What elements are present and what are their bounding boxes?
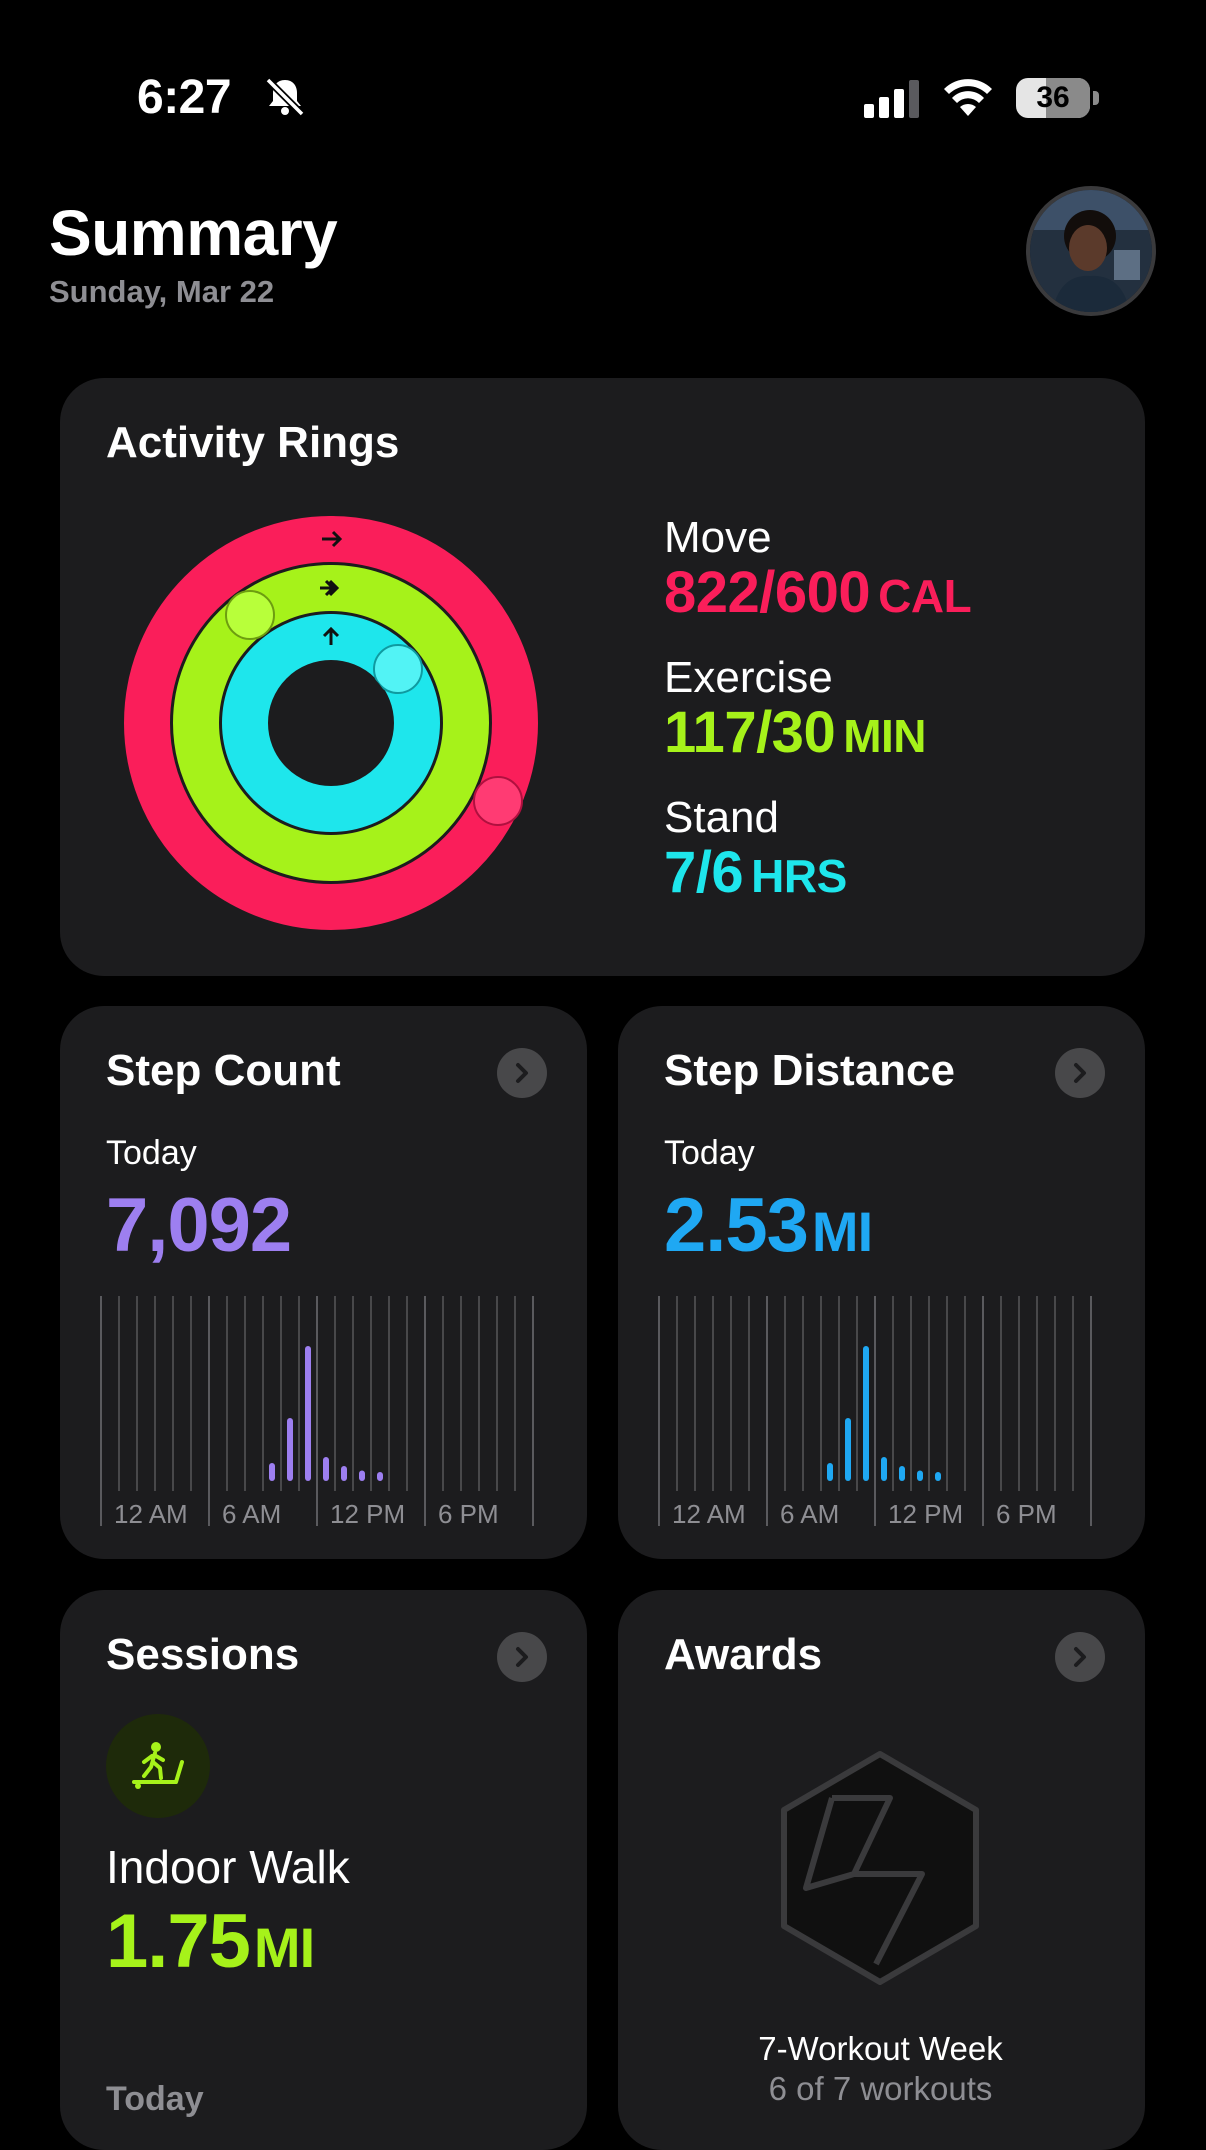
page-title: Summary [49, 197, 338, 269]
sessions-chevron-button[interactable] [497, 1632, 547, 1682]
avatar[interactable] [1026, 186, 1156, 316]
stand-label: Stand [664, 793, 779, 842]
step-distance-value: 2.53 [664, 1183, 809, 1268]
activity-rings-card[interactable]: Activity Rings Move 822/600 CAL Exercise … [60, 378, 1145, 976]
exercise-label: Exercise [664, 653, 833, 702]
sessions-title: Sessions [106, 1630, 300, 1679]
stand-stat: Stand 7/6 HRS [664, 794, 847, 907]
hexagon-badge-icon [781, 1751, 979, 1985]
step-distance-period: Today [664, 1134, 755, 1172]
exercise-unit: MIN [843, 710, 927, 762]
step-count-axis-label: 6 PM [438, 1499, 499, 1526]
step-count-card[interactable]: Step Count Today 7,092 12 AM 6 AM 12 PM 6 P… [60, 1006, 587, 1559]
chevron-right-icon [516, 1647, 528, 1667]
step-count-title: Step Count [106, 1046, 341, 1095]
session-value: 1.75 [106, 1899, 251, 1984]
step-count-axis-label: 12 PM [330, 1499, 405, 1526]
step-count-bar [287, 1418, 293, 1481]
bell-slash-icon [265, 77, 305, 117]
exercise-stat: Exercise 117/30 MIN [664, 653, 927, 767]
step-count-bar [305, 1346, 311, 1481]
move-value: 822/600 [664, 560, 871, 625]
battery-indicator: 36 [1016, 78, 1100, 118]
step-distance-axis-label: 6 PM [996, 1499, 1057, 1526]
session-when: Today [106, 2080, 204, 2118]
step-distance-unit: MI [811, 1200, 873, 1263]
activity-rings-title: Activity Rings [106, 418, 400, 467]
step-distance-bar [863, 1346, 869, 1481]
step-distance-card[interactable]: Step Distance Today 2.53MI 12 AM 6 AM 12 P… [618, 1006, 1145, 1559]
treadmill-walk-icon [132, 1742, 184, 1789]
award-name: 7-Workout Week [758, 2030, 1003, 2067]
step-count-bar [341, 1466, 347, 1481]
step-distance-bar [845, 1418, 851, 1481]
session-icon-circle [106, 1714, 210, 1818]
awards-title: Awards [664, 1630, 823, 1679]
step-count-bar [323, 1457, 329, 1481]
avatar-photo [1030, 190, 1152, 312]
move-label: Move [664, 513, 772, 562]
step-count-period: Today [106, 1134, 197, 1172]
session-name: Indoor Walk [106, 1841, 350, 1893]
step-distance-bar [917, 1470, 923, 1481]
activity-rings [124, 516, 538, 930]
session-unit: MI [253, 1916, 315, 1979]
sessions-card[interactable]: Sessions Indoor Walk 1.75MI Today [60, 1590, 587, 2150]
step-distance-bar [935, 1472, 941, 1481]
battery-level: 36 [1036, 81, 1070, 114]
step-distance-chart: 12 AM 6 AM 12 PM 6 PM [658, 1296, 1092, 1526]
cellular-signal-icon [864, 80, 919, 118]
step-distance-axis-label: 12 PM [888, 1499, 963, 1526]
status-bar: 6:27 36 [0, 0, 1206, 150]
stand-unit: HRS [751, 850, 847, 902]
awards-card[interactable]: Awards 7-Workout Week 6 of 7 workouts [618, 1590, 1145, 2150]
step-count-chevron-button[interactable] [497, 1048, 547, 1098]
step-count-chart: 12 AM 6 AM 12 PM 6 PM [100, 1296, 534, 1526]
step-distance-stat: 2.53MI [664, 1182, 873, 1269]
step-count-bar [377, 1472, 383, 1481]
step-distance-chevron-button[interactable] [1055, 1048, 1105, 1098]
step-count-axis-label: 6 AM [222, 1499, 281, 1526]
step-distance-title: Step Distance [664, 1046, 955, 1095]
stand-value: 7/6 [664, 840, 744, 905]
step-distance-bar [827, 1463, 833, 1481]
status-time: 6:27 [137, 71, 232, 124]
exercise-value: 117/30 [664, 700, 836, 765]
step-distance-axis-label: 6 AM [780, 1499, 839, 1526]
award-progress: 6 of 7 workouts [768, 2070, 993, 2107]
chevron-right-icon [516, 1063, 528, 1083]
step-distance-bar [881, 1457, 887, 1481]
move-unit: CAL [878, 570, 972, 622]
session-distance: 1.75MI [106, 1898, 315, 1985]
chevron-right-icon [1074, 1647, 1086, 1667]
step-distance-axis-label: 12 AM [672, 1499, 746, 1526]
step-count-bar [359, 1470, 365, 1481]
move-stat: Move 822/600 CAL [664, 513, 972, 627]
page-date: Sunday, Mar 22 [49, 274, 275, 309]
step-count-value: 7,092 [106, 1183, 292, 1268]
step-count-bar [269, 1463, 275, 1481]
step-distance-bar [899, 1466, 905, 1481]
chevron-right-icon [1074, 1063, 1086, 1083]
step-count-axis-label: 12 AM [114, 1499, 188, 1526]
wifi-icon [944, 79, 992, 116]
awards-chevron-button[interactable] [1055, 1632, 1105, 1682]
